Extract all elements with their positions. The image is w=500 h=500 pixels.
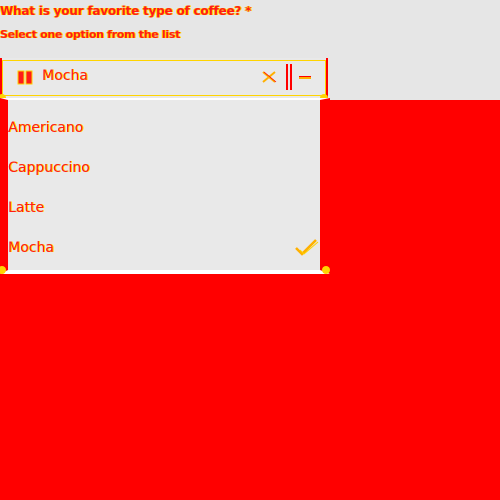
- option-label: Latte: [8, 200, 44, 216]
- option-latte[interactable]: Latte: [8, 188, 320, 228]
- coffee-icon: [17, 70, 33, 85]
- option-label: Mocha: [8, 240, 54, 256]
- close-icon: [262, 71, 277, 83]
- select-divider: [286, 64, 292, 90]
- dropdown-menu: Americano Cappuccino Latte Mocha: [0, 98, 330, 274]
- corner-marker: [322, 266, 330, 274]
- option-americano[interactable]: Americano: [8, 108, 320, 148]
- option-label: Cappuccino: [8, 160, 90, 176]
- clear-selection-button[interactable]: [258, 66, 280, 88]
- check-icon: [295, 239, 319, 256]
- option-mocha[interactable]: Mocha: [8, 228, 320, 268]
- selected-value: Mocha: [42, 68, 88, 84]
- toggle-dropdown-button[interactable]: [295, 66, 315, 88]
- question-subtitle: Select one option from the list: [0, 28, 181, 41]
- option-cappuccino[interactable]: Cappuccino: [8, 148, 320, 188]
- option-label: Americano: [8, 120, 84, 136]
- question-label: What is your favorite type of coffee? *: [0, 4, 252, 18]
- coffee-select[interactable]: Mocha: [0, 58, 328, 98]
- chevron-up-icon: [299, 75, 311, 79]
